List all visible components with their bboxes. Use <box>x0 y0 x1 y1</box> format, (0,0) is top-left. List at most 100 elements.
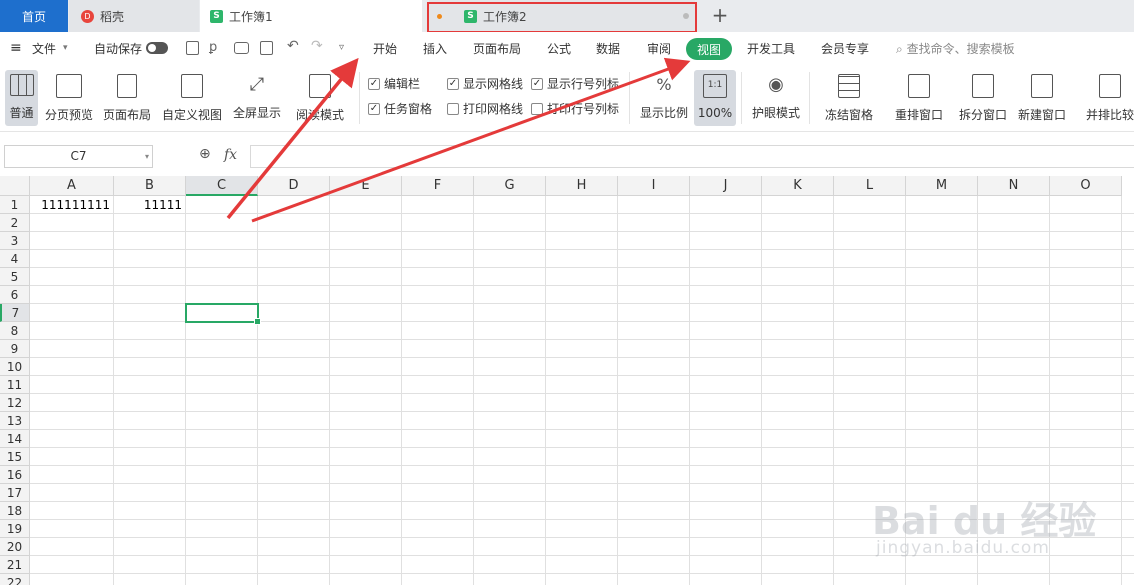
row-header-10[interactable]: 10 <box>0 358 30 376</box>
checkbox-label: 打印行号列标 <box>547 102 620 116</box>
spreadsheet-icon: S <box>210 9 223 23</box>
column-header-g[interactable]: G <box>474 176 546 196</box>
chevron-down-icon[interactable]: ▾ <box>63 43 68 53</box>
menu-file[interactable]: 文件 <box>32 40 56 57</box>
active-cell-outline[interactable] <box>185 303 261 325</box>
new-tab-button[interactable]: + <box>709 4 731 26</box>
row-header-6[interactable]: 6 <box>0 286 30 304</box>
checkbox-task-pane[interactable]: ✓ 任务窗格 <box>368 100 432 117</box>
custom-view-button[interactable]: 自定义视图 <box>161 70 223 126</box>
column-header-k[interactable]: K <box>762 176 834 196</box>
menu-start[interactable]: 开始 <box>373 40 397 57</box>
undo-icon[interactable]: ↶ <box>287 38 299 54</box>
column-header-j[interactable]: J <box>690 176 762 196</box>
checkbox-show-headings[interactable]: ✓ 显示行号列标 <box>531 75 619 92</box>
row-header-20[interactable]: 20 <box>0 538 30 556</box>
cell-b1[interactable]: 11111 <box>144 198 182 212</box>
menu-review[interactable]: 审阅 <box>647 40 671 57</box>
fullscreen-button[interactable]: ⤢ 全屏显示 <box>232 70 282 126</box>
name-box[interactable]: C7 ▾ <box>4 145 153 168</box>
row-header-13[interactable]: 13 <box>0 412 30 430</box>
hamburger-icon[interactable]: ≡ <box>10 40 22 56</box>
row-header-14[interactable]: 14 <box>0 430 30 448</box>
row-header-7[interactable]: 7 <box>0 304 30 322</box>
autosave-toggle[interactable] <box>146 42 168 54</box>
page-break-preview-button[interactable]: 分页预览 <box>43 70 95 126</box>
new-window-button[interactable]: 新建窗口 <box>1016 70 1068 126</box>
tab-workbook1[interactable]: S 工作簿1 <box>200 0 422 32</box>
menu-view[interactable]: 视图 <box>686 38 732 60</box>
column-header-e[interactable]: E <box>330 176 402 196</box>
save-icon[interactable] <box>186 41 199 55</box>
row-header-4[interactable]: 4 <box>0 250 30 268</box>
print-icon[interactable] <box>234 42 249 54</box>
side-by-side-button[interactable]: 并排比较 <box>1086 70 1134 126</box>
format-painter-icon[interactable]: ꝑ <box>209 40 217 55</box>
chevron-down-icon[interactable]: ▾ <box>145 146 149 167</box>
row-header-8[interactable]: 8 <box>0 322 30 340</box>
column-header-m[interactable]: M <box>906 176 978 196</box>
menu-member[interactable]: 会员专享 <box>821 40 869 57</box>
fullscreen-label: 全屏显示 <box>232 106 281 120</box>
checkbox-print-gridlines[interactable]: 打印网格线 <box>447 100 523 117</box>
column-header-h[interactable]: H <box>546 176 618 196</box>
column-header-l[interactable]: L <box>834 176 906 196</box>
zoom-ratio-button[interactable]: % 显示比例 <box>638 70 690 126</box>
tab-home[interactable]: 首页 <box>0 0 68 32</box>
zoom-lens-icon[interactable]: ⊕ <box>199 146 211 162</box>
tab-daoke[interactable]: D 稻壳 <box>69 0 199 32</box>
row-header-11[interactable]: 11 <box>0 376 30 394</box>
tab-workbook1-label: 工作簿1 <box>229 9 273 24</box>
column-header-n[interactable]: N <box>978 176 1050 196</box>
freeze-panes-button[interactable]: 冻结窗格 <box>819 70 879 126</box>
select-all-corner[interactable] <box>0 176 30 196</box>
page-layout-view-button[interactable]: 页面布局 <box>102 70 152 126</box>
zoom-100-button[interactable]: 1:1 100% <box>694 70 736 126</box>
checkbox-show-gridlines[interactable]: ✓ 显示网格线 <box>447 75 523 92</box>
grid-line <box>30 231 1134 232</box>
grid-line <box>401 196 402 585</box>
function-icon[interactable]: fx <box>224 147 237 163</box>
column-header-a[interactable]: A <box>30 176 114 196</box>
row-header-5[interactable]: 5 <box>0 268 30 286</box>
row-header-19[interactable]: 19 <box>0 520 30 538</box>
reading-mode-button[interactable]: 阅读模式 <box>291 70 349 126</box>
row-header-16[interactable]: 16 <box>0 466 30 484</box>
menu-data[interactable]: 数据 <box>596 40 620 57</box>
row-header-1[interactable]: 1 <box>0 196 30 214</box>
cell-a1[interactable]: 111111111 <box>41 198 110 212</box>
normal-view-button[interactable]: 普通 <box>5 70 38 126</box>
row-header-3[interactable]: 3 <box>0 232 30 250</box>
row-header-21[interactable]: 21 <box>0 556 30 574</box>
print-preview-icon[interactable] <box>260 41 273 55</box>
column-header-f[interactable]: F <box>402 176 474 196</box>
watermark-brand: Bai du 经验 <box>872 499 1097 543</box>
column-header-o[interactable]: O <box>1050 176 1122 196</box>
menu-page-layout[interactable]: 页面布局 <box>473 40 521 57</box>
arrange-windows-button[interactable]: 重排窗口 <box>889 70 949 126</box>
column-header-c[interactable]: C <box>186 176 258 196</box>
grid-line <box>30 267 1134 268</box>
menu-developer[interactable]: 开发工具 <box>747 40 795 57</box>
row-header-15[interactable]: 15 <box>0 448 30 466</box>
row-header-17[interactable]: 17 <box>0 484 30 502</box>
row-header-22[interactable]: 22 <box>0 574 30 585</box>
more-dropdown-icon[interactable]: ▿ <box>339 42 344 53</box>
unchecked-icon <box>531 102 543 115</box>
split-window-button[interactable]: 拆分窗口 <box>957 70 1009 126</box>
menu-insert[interactable]: 插入 <box>423 40 447 57</box>
command-search[interactable]: ⌕ 查找命令、搜索模板 <box>896 40 1015 57</box>
formula-input[interactable] <box>250 145 1134 168</box>
redo-icon[interactable]: ↷ <box>311 38 323 54</box>
checkbox-formula-bar[interactable]: ✓ 编辑栏 <box>368 75 420 92</box>
row-header-2[interactable]: 2 <box>0 214 30 232</box>
column-header-d[interactable]: D <box>258 176 330 196</box>
column-header-b[interactable]: B <box>114 176 186 196</box>
menu-formula[interactable]: 公式 <box>547 40 571 57</box>
checkbox-print-headings[interactable]: 打印行号列标 <box>531 100 619 117</box>
row-header-18[interactable]: 18 <box>0 502 30 520</box>
row-header-9[interactable]: 9 <box>0 340 30 358</box>
column-header-i[interactable]: I <box>618 176 690 196</box>
eye-protection-button[interactable]: ◉ 护眼模式 <box>750 70 802 126</box>
row-header-12[interactable]: 12 <box>0 394 30 412</box>
